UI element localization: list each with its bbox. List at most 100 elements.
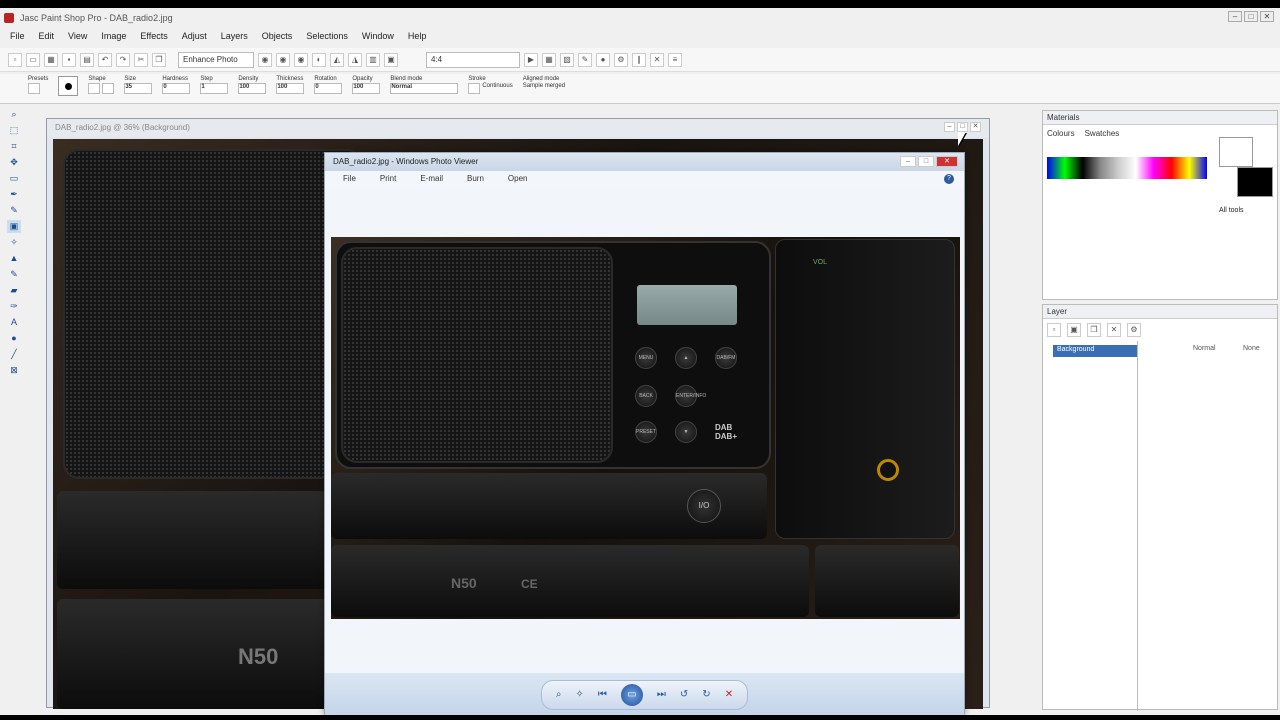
pv-maximize-button[interactable]: □: [918, 156, 934, 167]
layer-props-icon[interactable]: ⚙: [1127, 323, 1141, 337]
tab-swatches[interactable]: Swatches: [1085, 129, 1120, 138]
thickness-input[interactable]: 100: [276, 83, 305, 94]
menu-file[interactable]: File: [10, 31, 25, 41]
settings-icon[interactable]: ⚙: [614, 52, 628, 67]
contrast-icon[interactable]: ◉: [294, 52, 308, 67]
cancel-icon[interactable]: ✕: [650, 52, 664, 67]
crop-tool-icon[interactable]: ⌗: [7, 140, 21, 153]
continuous-checkbox[interactable]: Continuous: [482, 83, 512, 94]
blend-mode-select[interactable]: Normal: [390, 83, 459, 94]
browse-icon[interactable]: ▦: [44, 52, 58, 67]
pen-tool-icon[interactable]: ✑: [7, 300, 21, 313]
move-tool-icon[interactable]: ✥: [7, 156, 21, 169]
brush-preview[interactable]: [58, 76, 79, 96]
delete-icon[interactable]: ✕: [725, 689, 733, 700]
foreground-color-swatch[interactable]: [1237, 167, 1273, 197]
undo-icon[interactable]: ↶: [98, 52, 112, 67]
doc-close-button[interactable]: ✕: [970, 122, 981, 132]
rotate-ccw-icon[interactable]: ↺: [680, 689, 688, 700]
menu-image[interactable]: Image: [101, 31, 126, 41]
pv-menu-open[interactable]: Open: [508, 174, 528, 189]
clarify-icon[interactable]: ◐: [312, 52, 326, 67]
select-tool-icon[interactable]: ⬚: [7, 124, 21, 137]
shape-round-button[interactable]: [88, 83, 101, 94]
sharpen-icon[interactable]: ◮: [348, 52, 362, 67]
menu-layers[interactable]: Layers: [221, 31, 248, 41]
all-tools-checkbox[interactable]: All tools: [1219, 207, 1244, 214]
presets-button[interactable]: [28, 83, 40, 94]
eraser-tool-icon[interactable]: ▰: [7, 284, 21, 297]
play-icon[interactable]: ▶: [524, 52, 538, 67]
density-input[interactable]: 100: [238, 83, 267, 94]
shape-tool-icon[interactable]: ●: [7, 332, 21, 345]
print-icon[interactable]: ▤: [80, 52, 94, 67]
line-tool-icon[interactable]: ╱: [7, 348, 21, 361]
cut-icon[interactable]: ✂: [134, 52, 148, 67]
rotation-input[interactable]: 0: [314, 83, 343, 94]
enhance-photo-dropdown[interactable]: Enhance Photo: [178, 51, 254, 68]
stroke-button[interactable]: [468, 83, 481, 94]
pv-menu-email[interactable]: E-mail: [420, 174, 443, 189]
histogram-icon[interactable]: ▥: [366, 52, 380, 67]
zoom-field[interactable]: 4:4: [426, 51, 520, 68]
previous-icon[interactable]: ⏮: [598, 689, 607, 700]
redo-icon[interactable]: ↷: [116, 52, 130, 67]
brush-tool-icon[interactable]: ✎: [7, 268, 21, 281]
menu-view[interactable]: View: [68, 31, 87, 41]
sample-merged-checkbox[interactable]: Sample merged: [523, 83, 565, 89]
new-vector-layer-icon[interactable]: ▣: [1067, 323, 1081, 337]
stop-icon[interactable]: ●: [596, 52, 610, 67]
slideshow-icon[interactable]: ▭: [620, 683, 643, 706]
layer-blend-mode[interactable]: Normal: [1193, 345, 1216, 352]
shape-square-button[interactable]: [102, 83, 115, 94]
pv-close-button[interactable]: ✕: [936, 156, 958, 167]
text-tool-icon[interactable]: A: [7, 316, 21, 329]
clone-tool-icon[interactable]: ▣: [7, 220, 21, 233]
paint-tool-icon[interactable]: ✎: [7, 204, 21, 217]
step-input[interactable]: 1: [200, 83, 229, 94]
tab-colours[interactable]: Colours: [1047, 129, 1075, 138]
pv-menu-print[interactable]: Print: [380, 174, 396, 189]
grid-icon[interactable]: ▦: [542, 52, 556, 67]
layout-icon[interactable]: ▧: [560, 52, 574, 67]
doc-maximize-button[interactable]: □: [957, 122, 968, 132]
rotate-cw-icon[interactable]: ↻: [702, 689, 710, 700]
pv-minimize-button[interactable]: –: [900, 156, 916, 167]
list-icon[interactable]: ≡: [668, 52, 682, 67]
warp-tool-icon[interactable]: ⊠: [7, 364, 21, 377]
color-balance-icon[interactable]: ◉: [276, 52, 290, 67]
size-input[interactable]: 35: [124, 83, 153, 94]
new-icon[interactable]: ▫: [8, 52, 22, 67]
menu-adjust[interactable]: Adjust: [182, 31, 207, 41]
menu-objects[interactable]: Objects: [262, 31, 293, 41]
pv-menu-file[interactable]: File: [343, 174, 356, 189]
doc-minimize-button[interactable]: –: [944, 122, 955, 132]
next-icon[interactable]: ⏭: [657, 689, 666, 700]
menu-effects[interactable]: Effects: [140, 31, 167, 41]
layer-background[interactable]: Background: [1053, 345, 1137, 357]
one-step-fix-icon[interactable]: ◉: [258, 52, 272, 67]
photo-viewer-window[interactable]: DAB_radio2.jpg - Windows Photo Viewer – …: [324, 152, 965, 715]
color-swatch-grid[interactable]: [1047, 157, 1207, 179]
copy-icon[interactable]: ❐: [152, 52, 166, 67]
pv-menu-burn[interactable]: Burn: [467, 174, 484, 189]
palette-icon[interactable]: ▣: [384, 52, 398, 67]
menu-edit[interactable]: Edit: [39, 31, 55, 41]
menu-selections[interactable]: Selections: [306, 31, 348, 41]
background-color-swatch[interactable]: [1219, 137, 1253, 167]
saturation-icon[interactable]: ◭: [330, 52, 344, 67]
zoom-tool-icon[interactable]: ⌕: [7, 108, 21, 121]
aligned-mode-checkbox[interactable]: Aligned mode: [523, 76, 565, 82]
menu-help[interactable]: Help: [408, 31, 427, 41]
layer-opacity[interactable]: None: [1243, 345, 1260, 352]
minimize-button[interactable]: –: [1228, 11, 1242, 22]
new-layer-icon[interactable]: ▫: [1047, 323, 1061, 337]
save-icon[interactable]: ▪: [62, 52, 76, 67]
pause-icon[interactable]: ∥: [632, 52, 646, 67]
maximize-button[interactable]: □: [1244, 11, 1258, 22]
hardness-input[interactable]: 0: [162, 83, 191, 94]
script-icon[interactable]: ✎: [578, 52, 592, 67]
opacity-input[interactable]: 100: [352, 83, 381, 94]
duplicate-layer-icon[interactable]: ❐: [1087, 323, 1101, 337]
retouch-tool-icon[interactable]: ✧: [7, 236, 21, 249]
